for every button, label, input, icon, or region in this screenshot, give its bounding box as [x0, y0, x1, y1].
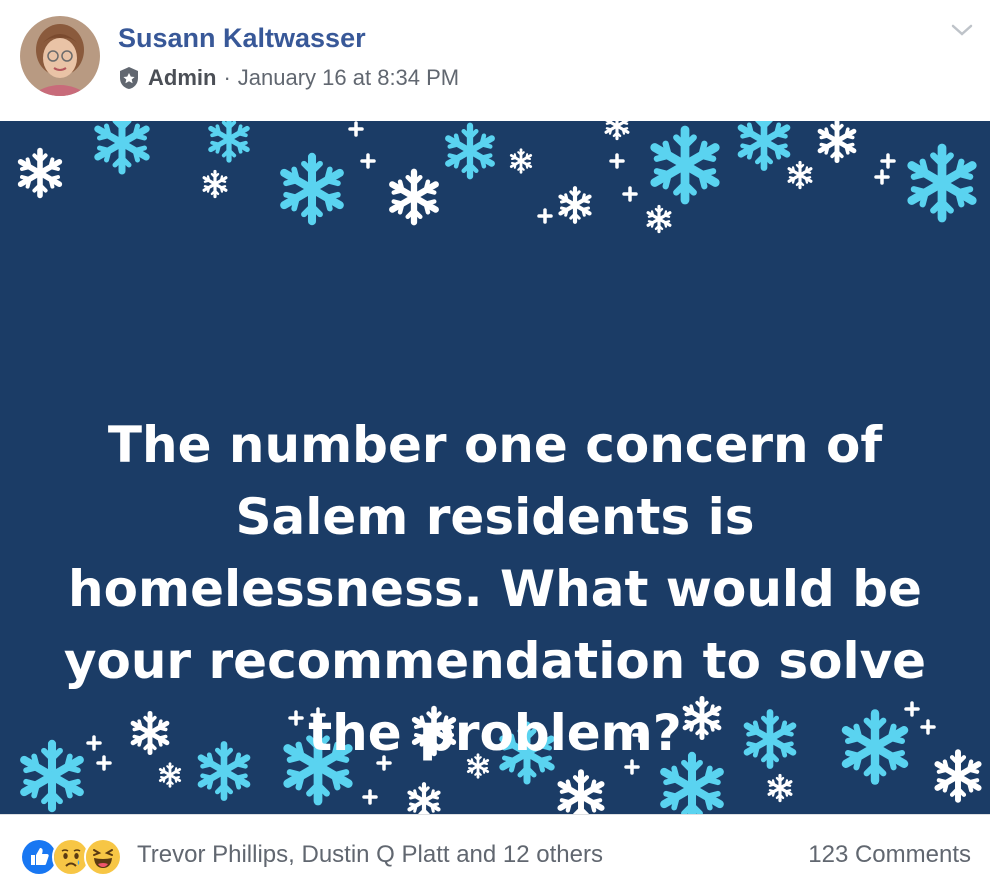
chevron-down-icon[interactable] — [948, 18, 976, 42]
post-meta: Admin · January 16 at 8:34 PM — [118, 63, 459, 93]
avatar[interactable] — [20, 16, 100, 96]
reactors-summary[interactable]: Trevor Phillips, Dustin Q Platt and 12 o… — [137, 841, 603, 869]
comments-count[interactable]: 123 Comments — [808, 841, 971, 869]
meta-separator: · — [223, 65, 231, 90]
reaction-icons[interactable] — [20, 838, 122, 876]
avatar-photo — [20, 16, 100, 96]
admin-role-label: Admin — [148, 65, 217, 90]
post-footer: Trevor Phillips, Dustin Q Platt and 12 o… — [0, 814, 990, 891]
post-image-text: The number one concern of Salem resident… — [63, 416, 927, 762]
post-header: Susann Kaltwasser Admin · January 16 at … — [0, 0, 990, 120]
author-name[interactable]: Susann Kaltwasser — [118, 23, 366, 54]
post-timestamp[interactable]: January 16 at 8:34 PM — [238, 65, 459, 91]
facebook-post: Susann Kaltwasser Admin · January 16 at … — [0, 0, 990, 891]
haha-icon — [84, 838, 122, 876]
admin-badge-icon — [120, 67, 138, 89]
post-image-card[interactable]: The number one concern of Salem resident… — [0, 121, 990, 814]
